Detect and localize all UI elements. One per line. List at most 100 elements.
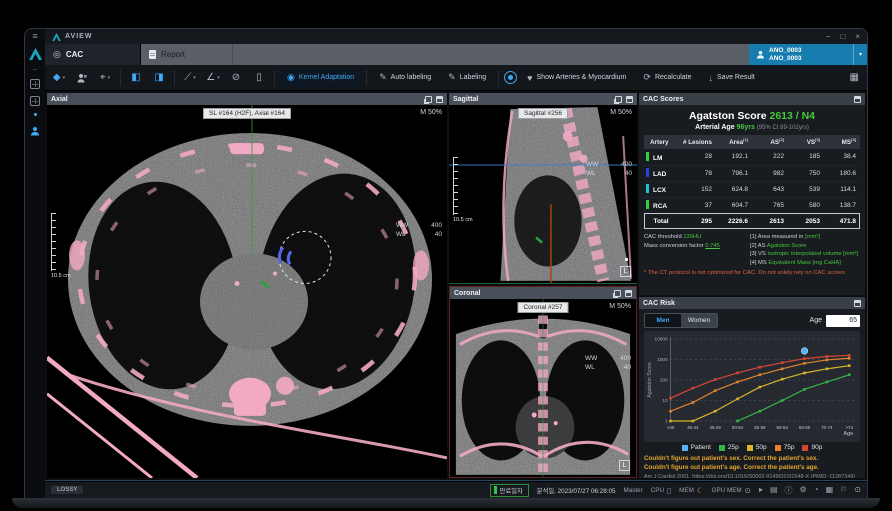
tab-report[interactable]: Report <box>141 44 233 65</box>
toolbar: ◆▾ ⌖▾ ◧ ◨ ⟋▾ ∠▾ ⊘ ▯ ◉ Kernel Adaptation <box>45 65 867 91</box>
navigate-tool-button[interactable]: ◆▾ <box>49 68 69 88</box>
axial-ct-image[interactable] <box>47 105 447 478</box>
moon-icon: ☾ <box>697 486 704 495</box>
label-stamp-button[interactable]: ◧ <box>126 68 146 88</box>
cac-risk-title: CAC Risk <box>643 300 675 307</box>
recalculate-button[interactable]: ⟳ Recalculate <box>636 68 698 88</box>
table-row[interactable]: LAD78796.1982750180.6 <box>644 165 860 181</box>
svg-text:1: 1 <box>665 419 668 425</box>
viewport-sagittal[interactable]: Sagittal <box>449 93 637 284</box>
expand-view-icon[interactable] <box>625 290 632 297</box>
age-input[interactable] <box>826 315 860 327</box>
record-toggle-button[interactable] <box>504 71 517 84</box>
angle-tool-button[interactable]: ∠▾ <box>203 68 223 88</box>
expand-view-icon[interactable] <box>436 96 443 103</box>
copy-view-icon[interactable] <box>425 96 432 103</box>
legend-item-25p: 25p <box>719 444 739 451</box>
settings-gear-icon[interactable]: ⚙ <box>800 485 807 496</box>
table-header: Area[1] <box>716 135 752 149</box>
flag-icon[interactable]: ⚐ <box>840 485 847 496</box>
gpu-mem-chip[interactable]: GPU MEM⊙ <box>712 486 751 495</box>
info-icon[interactable]: ⓘ <box>785 485 793 496</box>
clock-icon[interactable]: ◔ <box>814 485 819 496</box>
aview-logo-icon <box>29 48 42 60</box>
monitor-icon[interactable]: ▦ <box>826 485 834 496</box>
lossy-badge: LOSSY <box>51 486 83 494</box>
risk-warning-line: Couldn't figure out patient's age. Corre… <box>644 463 860 472</box>
layout-grid2-icon[interactable] <box>30 96 40 106</box>
sex-toggle-men[interactable]: Men <box>645 314 681 327</box>
viewport-axial[interactable]: Axial <box>47 93 447 478</box>
table-total-row[interactable]: Total2952226.626132053471.8 <box>644 213 860 229</box>
table-row[interactable]: RCA37604.7765580138.7 <box>644 197 860 213</box>
tab-cac[interactable]: ◎ CAC <box>45 44 141 65</box>
coronal-ct-image[interactable] <box>450 299 636 477</box>
minimize-button[interactable]: − <box>826 32 831 42</box>
sex-toggle: MenWomen <box>644 313 718 328</box>
crosshair-tool-button[interactable]: ⌖▾ <box>95 68 115 88</box>
maximize-button[interactable]: □ <box>840 32 845 42</box>
label-fill-button[interactable]: ◨ <box>149 68 169 88</box>
svg-text:70-74: 70-74 <box>821 425 833 430</box>
expand-view-icon[interactable] <box>626 96 633 103</box>
save-result-button[interactable]: ↓ Save Result <box>702 68 762 88</box>
app-title: AVIEW <box>65 33 92 40</box>
patient-id: ANO_0003 <box>769 47 853 55</box>
clear-measure-button[interactable]: ⊘ <box>226 68 246 88</box>
svg-text:Agatston Score: Agatston Score <box>647 362 653 398</box>
viewer-content: Axial <box>45 91 867 481</box>
viewport-coronal[interactable]: Coronal <box>449 286 637 478</box>
show-arteries-button[interactable]: ♥ Show Arteries & Myocardium <box>520 68 633 88</box>
ct-protocol-warning: * The CT protocol is not optimized for C… <box>644 270 860 276</box>
hamburger-menu-icon[interactable]: ≡ <box>32 32 37 41</box>
axial-window-level[interactable]: WW400 WL40 <box>396 221 442 239</box>
risk-chart-legend: Patient25p50p75p90p <box>644 444 860 451</box>
pencil-icon: ✎ <box>379 72 387 83</box>
sex-toggle-women[interactable]: Women <box>681 314 717 327</box>
citation[interactable]: Am J Cardiol 2001. https://doi.org/10.10… <box>644 474 860 478</box>
table-row[interactable]: LM28192.122218538.4 <box>644 149 860 165</box>
svg-text:60-64: 60-64 <box>777 425 789 430</box>
labeling-button[interactable]: ✎ Labeling <box>441 68 493 88</box>
power-button-icon[interactable]: ⊙ <box>854 485 861 496</box>
user-edit-tool-button[interactable] <box>72 68 92 88</box>
svg-text:1000: 1000 <box>657 357 668 363</box>
cpu-chip[interactable]: CPU▯ <box>651 486 671 495</box>
risk-warnings: Couldn't figure out patient's sex. Corre… <box>644 454 860 472</box>
patient-badge[interactable]: ANO_0003 ANO_0003 ▾ <box>749 44 867 65</box>
sagittal-title: Sagittal <box>453 96 478 103</box>
titlebar: AVIEW − □ × <box>45 29 867 44</box>
copy-view-icon[interactable] <box>614 290 621 297</box>
delete-tool-button[interactable]: ▯ <box>249 68 269 88</box>
expand-panel-icon[interactable] <box>854 300 861 307</box>
cac-footnotes: CAC threshold 130HU Mass conversion fact… <box>644 233 860 267</box>
sidebar-divider: – <box>33 67 37 72</box>
mass-factor-link[interactable]: 0.745 <box>705 243 720 249</box>
patient-dropdown-caret[interactable]: ▾ <box>853 44 867 65</box>
svg-text:100: 100 <box>660 378 668 384</box>
table-row[interactable]: LCX152624.8643539114.1 <box>644 181 860 197</box>
video-icon[interactable]: ▸ <box>759 485 763 496</box>
expand-panel-icon[interactable] <box>854 96 861 103</box>
age-label: Age <box>810 317 822 324</box>
pencil-icon: ✎ <box>448 72 456 83</box>
table-header: Artery <box>644 135 680 149</box>
kernel-adaptation-button[interactable]: ◉ Kernel Adaptation <box>280 68 361 88</box>
sagittal-ct-image[interactable] <box>449 105 637 283</box>
copy-icon[interactable]: ▤ <box>770 485 778 496</box>
layout-grid-icon[interactable] <box>30 79 40 89</box>
mem-chip[interactable]: MEM☾ <box>679 486 703 495</box>
user-profile-icon[interactable] <box>30 123 40 141</box>
ruler-tool-button[interactable]: ⟋▾ <box>180 68 200 88</box>
power-icon: ⊙ <box>745 486 751 495</box>
svg-text:>74: >74 <box>845 425 853 430</box>
auto-labeling-button[interactable]: ✎ Auto labeling <box>372 68 438 88</box>
screen-layout-button[interactable]: ▦ <box>850 72 863 83</box>
sagittal-slice-label: Sagittal #256 <box>518 108 568 119</box>
sagittal-window-level[interactable]: WW400 WL40 <box>586 160 632 178</box>
copy-view-icon[interactable] <box>615 96 622 103</box>
app-window: ≡ – AVIEW − □ × <box>24 28 868 498</box>
close-button[interactable]: × <box>855 32 860 42</box>
coronal-window-level[interactable]: WW400 WL40 <box>585 354 631 372</box>
cac-risk-panel: CAC Risk MenWomen Age <box>639 297 865 478</box>
